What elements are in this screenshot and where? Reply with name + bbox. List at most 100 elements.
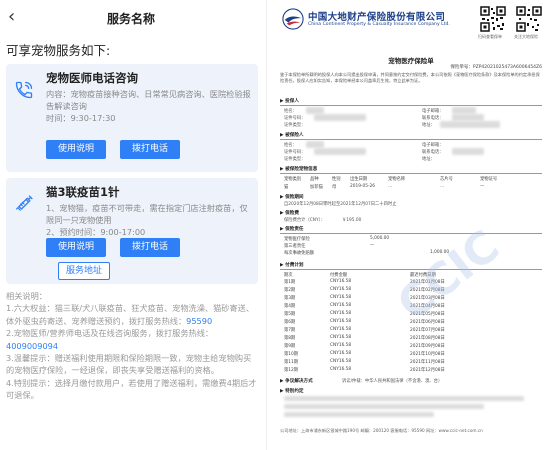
- usage-guide-button[interactable]: 使用说明: [46, 238, 106, 257]
- table-cell: CNY16.58: [330, 311, 352, 316]
- field-label: 联系电话：: [422, 150, 444, 155]
- card-time-text: 2、预约时间：9:00-17:00: [46, 227, 146, 237]
- call-button[interactable]: 拨打电话: [120, 140, 180, 159]
- section-premium: ▶ 保险费: [280, 211, 299, 216]
- table-header-cell: 期次: [284, 273, 293, 278]
- table-header-cell: 品种: [310, 177, 319, 182]
- table-cell: 第1期: [284, 280, 296, 285]
- table-cell: 加菲猫: [310, 185, 323, 190]
- field-label: 地址：: [422, 157, 435, 162]
- table-cell: 第9期: [284, 344, 296, 349]
- usage-guide-button[interactable]: 使用说明: [46, 140, 106, 159]
- table-cell: CNY16.58: [330, 351, 352, 356]
- section-insured: ▶ 被保险人: [280, 133, 304, 138]
- watermark: CCIC: [388, 220, 509, 331]
- table-cell: CNY16.58: [330, 287, 352, 292]
- note-3: 3.温馨提示：赠送福利使用期限和保险期限一致，宠物主给宠物购买的宠物医疗保险，一…: [6, 353, 252, 376]
- table-header-cell: 宠物类别: [284, 177, 302, 182]
- field-label: 姓名：: [284, 109, 297, 114]
- table-cell: CNY16.58: [330, 303, 352, 308]
- section-holder: ▶ 投保人: [280, 99, 299, 104]
- field-label: 姓名：: [284, 143, 297, 148]
- section-payment-plan: ▶ 付费计划: [280, 263, 304, 268]
- table-cell: 第12期: [284, 368, 299, 373]
- table-header-cell: 性别: [332, 177, 341, 182]
- table-cell: —: [370, 243, 375, 248]
- divider: [266, 0, 267, 450]
- hotline-link[interactable]: 95590: [186, 316, 212, 326]
- card-title: 宠物医师电话咨询: [46, 71, 138, 85]
- table-cell: 第三者责任: [284, 244, 306, 249]
- note-4: 4.特别提示：选择月缴付款用户，若使用了赠送福利，需缴费4期后才可退保。: [6, 377, 257, 401]
- table-cell: 第11期: [284, 360, 299, 365]
- redacted-block: [314, 148, 366, 155]
- redacted-block: [284, 412, 434, 417]
- policy-document: 中国大地财产保险股份有限公司 China Continent Property …: [272, 0, 550, 450]
- syringe-icon: [15, 195, 33, 211]
- table-cell: 2021年12月08日: [410, 368, 445, 373]
- table-cell: …: [440, 184, 445, 189]
- table-cell: 2019-05-26: [350, 184, 375, 189]
- table-cell: —: [480, 184, 485, 189]
- table-cell: CNY16.58: [330, 367, 352, 372]
- table-header-cell: 宠物名称: [388, 177, 406, 182]
- table-cell: CNY16.58: [330, 359, 352, 364]
- section-title: 可享宠物服务如下:: [6, 43, 111, 58]
- table-cell: 每次事故免赔额: [284, 251, 315, 256]
- table-cell: …: [388, 184, 393, 189]
- service-panel: ‹ 服务名称 可享宠物服务如下: 宠物医师电话咨询 内容：宠物疫苗接种咨询、日常…: [0, 0, 262, 450]
- section-dispute: ▶ 争议解决方式: [280, 379, 313, 384]
- notes-section: 相关说明： 1.六大权益：猫三联/犬八联疫苗、狂犬疫苗、宠物洗澡、猫砂寄送、体外…: [6, 290, 258, 402]
- table-cell: 第10期: [284, 352, 299, 357]
- redacted-block: [284, 396, 524, 401]
- table-cell: 2021年07月08日: [410, 328, 445, 333]
- section-divider: [280, 139, 542, 140]
- note-1-text: 1.六大权益：猫三联/犬八联疫苗、狂犬疫苗、宠物洗澡、猫砂寄送、体外驱虫药寄送、…: [6, 303, 255, 326]
- redacted-block: [452, 148, 484, 155]
- qr-caption: 扫码查看保单: [478, 34, 502, 39]
- note-2: 2.宠物医师/营养师电话及在线咨询服务，拨打服务热线： 4009009094: [6, 327, 258, 352]
- phone-icon: [15, 81, 33, 99]
- table-cell: 第8期: [284, 336, 296, 341]
- policy-number: 保险单号：PZP42021025473A6006454Z6: [450, 65, 542, 70]
- table-header-cell: 芯片号: [440, 177, 453, 182]
- service-card-vaccine: 猫3联疫苗1针 1、宠物猫，疫苗不可带走，需在指定门店注射疫苗，仅限同一只宠物使…: [6, 178, 258, 284]
- table-cell: CNY16.58: [330, 279, 352, 284]
- section-divider: [280, 173, 542, 174]
- service-address-button[interactable]: 服务地址: [58, 262, 110, 280]
- card-description: 1、宠物猫，疫苗不可带走，需在指定门店注射疫苗，仅限同一只宠物使用 2、预约时间…: [46, 202, 251, 238]
- field-label: 证件号码：: [284, 116, 306, 121]
- card-desc-text: 内容：宠物疫苗接种咨询、日常常见病咨询、医院检验报告解读咨询: [46, 89, 251, 111]
- section-divider: [280, 105, 542, 106]
- table-cell: 宠物医疗保险: [284, 237, 310, 242]
- qr-code-icon: [516, 6, 542, 32]
- field-label: 电子邮箱：: [422, 109, 444, 114]
- redacted-block: [284, 404, 484, 409]
- qr-caption: 关注大地保险: [514, 34, 538, 39]
- redacted-block: [306, 141, 324, 148]
- section-coverage: ▶ 保险责任: [280, 227, 304, 232]
- redacted-block: [452, 107, 476, 114]
- table-cell: 2021年11月08日: [410, 360, 445, 365]
- nav-bar: ‹ 服务名称: [0, 0, 262, 34]
- premium-label: 保险费合计（CNY）：: [284, 218, 326, 223]
- table-cell: 5,000.00: [370, 236, 390, 241]
- table-header-cell: 付费金额: [330, 273, 348, 278]
- table-cell: CNY16.58: [330, 319, 352, 324]
- field-label: 证件类型：: [284, 157, 306, 162]
- table-cell: 第6期: [284, 320, 296, 325]
- document-footer: 公司地址：上海市浦东新区银城中路190号 邮编：200120 客服电话：9559…: [280, 428, 483, 433]
- notes-heading: 相关说明：: [6, 291, 47, 301]
- table-cell: 母: [332, 185, 337, 190]
- table-cell: 2021年09月08日: [410, 344, 445, 349]
- document-intro: 鉴于本保险单所载明的投保人向本公司提出投保申请，并同意按约定交付保险费，本公司依…: [280, 72, 540, 83]
- hotline-link[interactable]: 4009009094: [6, 341, 58, 351]
- call-button[interactable]: 拨打电话: [120, 238, 180, 257]
- page-title: 服务名称: [106, 12, 155, 26]
- field-label: 联系电话：: [422, 116, 444, 121]
- section-divider: [280, 269, 542, 270]
- table-header-cell: 宠物证号: [480, 177, 498, 182]
- redacted-block: [306, 107, 324, 114]
- service-card-consult: 宠物医师电话咨询 内容：宠物疫苗接种咨询、日常常见病咨询、医院检验报告解读咨询 …: [6, 64, 258, 172]
- note-1: 1.六大权益：猫三联/犬八联疫苗、狂犬疫苗、宠物洗澡、猫砂寄送、体外驱虫药寄送、…: [6, 302, 258, 327]
